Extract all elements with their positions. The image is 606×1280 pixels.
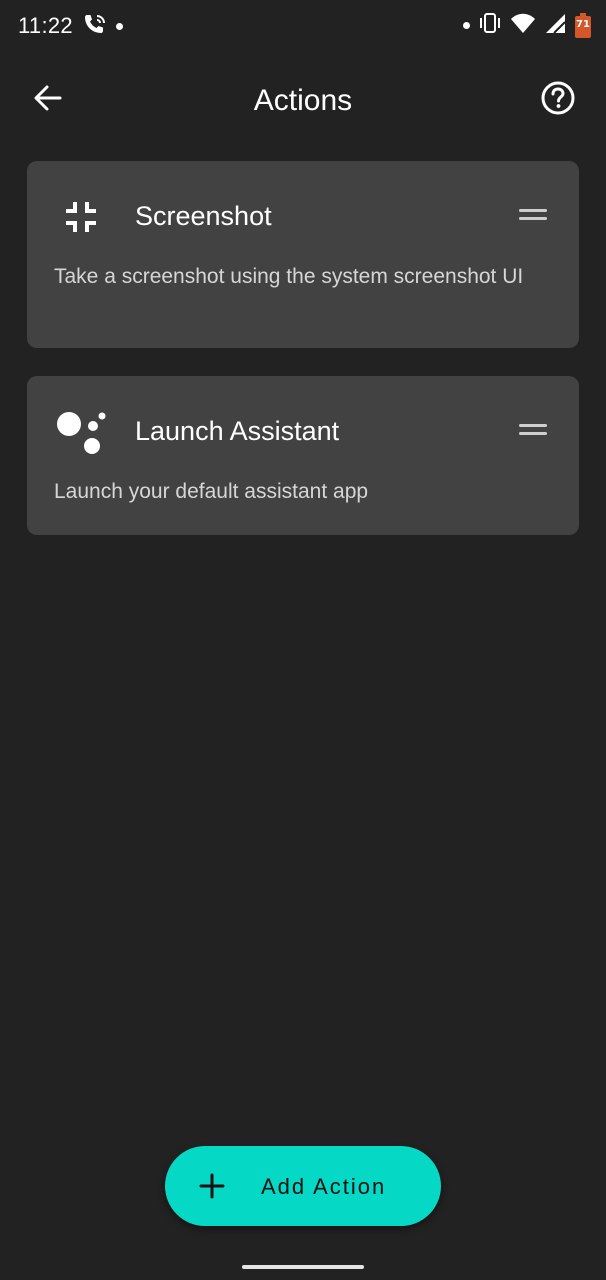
battery-level: 71 [576,18,590,30]
plus-icon [199,1173,225,1199]
status-left-icons [82,12,123,41]
help-circle-icon [540,80,576,121]
drag-handle[interactable] [519,209,547,223]
add-action-button[interactable]: Add Action [165,1146,441,1226]
fullscreen-exit-icon [53,195,109,239]
action-card-screenshot[interactable]: Screenshot Take a screenshot using the s… [27,161,579,348]
app-bar: Actions [0,54,606,150]
notification-dot [116,23,123,30]
screen: 11:22 71 Actions Screenshot Take a scree… [0,0,606,1280]
action-description: Launch your default assistant app [54,480,369,503]
signal-icon [544,12,566,39]
battery-icon: 71 [574,12,592,39]
notification-dot [463,22,470,29]
action-description: Take a screenshot using the system scree… [54,265,524,288]
action-title: Screenshot [135,201,272,231]
status-right-icons: 71 [463,12,592,39]
wifi-icon [510,12,536,39]
google-assistant-icon [53,410,109,454]
action-title: Launch Assistant [135,416,340,446]
action-card-launch-assistant[interactable]: Launch Assistant Launch your default ass… [27,376,579,535]
drag-handle[interactable] [519,424,547,438]
status-time: 11:22 [18,13,73,38]
status-bar: 11:22 71 [0,0,606,54]
help-button[interactable] [536,78,580,122]
add-action-label: Add Action [261,1174,387,1199]
gesture-navigation-bar[interactable] [242,1265,364,1269]
wifi-call-icon [82,12,108,41]
page-title: Actions [253,84,353,117]
vibrate-icon [478,12,502,39]
